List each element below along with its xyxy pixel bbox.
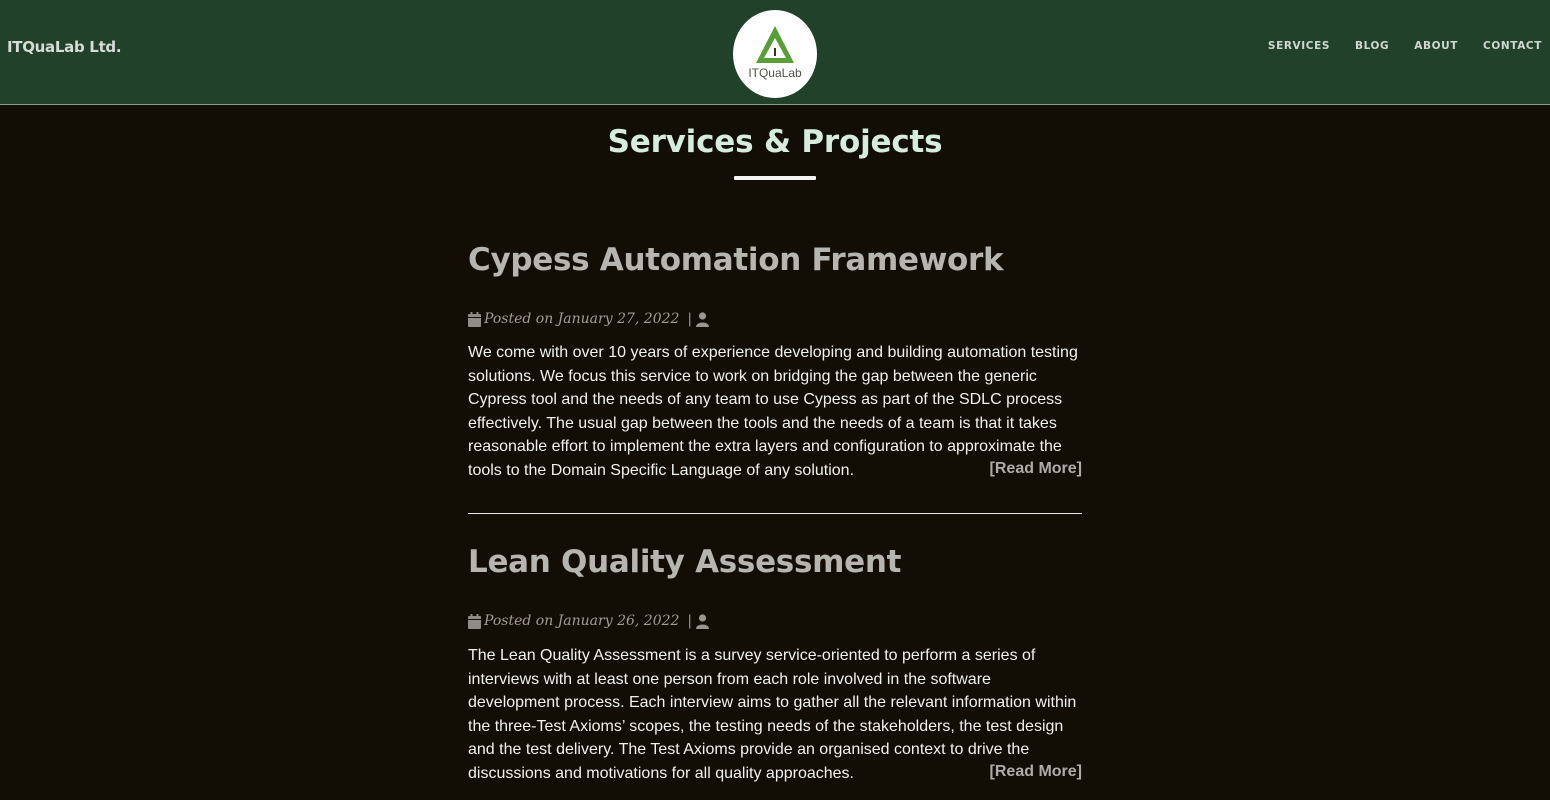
page-title: Services & Projects — [607, 124, 943, 160]
nav-menu: SERVICES BLOG ABOUT CONTACT — [1243, 40, 1542, 52]
post-meta: Posted on January 26, 2022 | — [468, 613, 710, 629]
navbar: ITQuaLab Ltd. ITQuaLab SERVICES BLOG ABO… — [0, 0, 1550, 105]
nav-link-blog[interactable]: BLOG — [1355, 40, 1389, 52]
read-more-link[interactable]: [Read More] — [990, 460, 1082, 478]
meta-separator: | — [687, 311, 693, 327]
post-date: Posted on January 26, 2022 — [484, 613, 680, 629]
brand-link[interactable]: ITQuaLab Ltd. — [7, 38, 122, 56]
post-divider — [468, 513, 1082, 514]
title-underline — [734, 176, 816, 180]
nav-link-about[interactable]: ABOUT — [1414, 40, 1458, 52]
meta-separator: | — [687, 613, 693, 629]
user-icon — [696, 613, 710, 629]
nav-link-contact[interactable]: CONTACT — [1483, 40, 1542, 52]
logo-triangle-icon — [756, 26, 794, 63]
read-more-link[interactable]: [Read More] — [990, 763, 1082, 781]
post-date: Posted on January 27, 2022 — [484, 311, 680, 327]
user-icon — [696, 311, 710, 327]
logo-text: ITQuaLab — [748, 66, 802, 80]
calendar-icon — [468, 311, 481, 327]
post-title-link[interactable]: Cypess Automation Framework — [468, 242, 1082, 278]
site-logo[interactable]: ITQuaLab — [733, 10, 817, 98]
post-card: Cypess Automation Framework Posted on Ja… — [468, 242, 1082, 479]
post-meta: Posted on January 27, 2022 | — [468, 311, 710, 327]
nav-link-services[interactable]: SERVICES — [1268, 40, 1330, 52]
post-card: Lean Quality Assessment Posted on Januar… — [468, 544, 1082, 782]
calendar-icon — [468, 613, 481, 629]
post-title-link[interactable]: Lean Quality Assessment — [468, 544, 1082, 580]
